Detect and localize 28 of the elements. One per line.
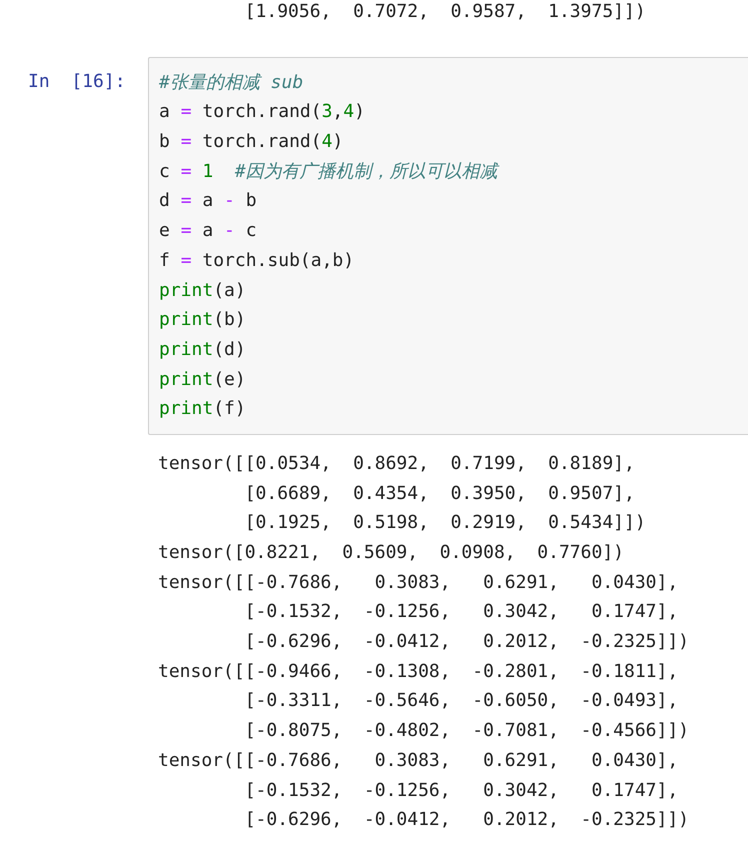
output-line: [-0.6296, -0.0412, 0.2012, -0.2325]]) [244, 808, 690, 832]
output-line: [-0.3311, -0.5646, -0.6050, -0.0493], [244, 689, 680, 714]
output-line: tensor([[-0.9466, -0.1308, -0.2801, -0.1811], [158, 660, 680, 684]
code-line: print(a) [159, 278, 247, 302]
output-line: tensor([[-0.7686, 0.3083, 0.6291, 0.0430], [158, 570, 680, 595]
output-line: [-0.1532, -0.1256, 0.3042, 0.1747], [244, 778, 680, 802]
output-line: tensor([0.8221, 0.5609, 0.0908, 0.7760]) [158, 541, 625, 565]
code-line: f = torch.sub(a,b) [159, 248, 356, 273]
output-line: tensor([[-0.7686, 0.3083, 0.6291, 0.0430], [158, 748, 680, 773]
code-line: d = a - b [159, 189, 258, 214]
code-line: #张量的相减 sub [159, 70, 304, 95]
output-line: [1.9056, 0.7072, 0.9587, 1.3975]]) [244, 0, 647, 24]
code-line: a = torch.rand(3,4) [159, 100, 366, 124]
code-line: c = 1 #因为有广播机制，所以可以相减 [159, 160, 500, 184]
code-line: print(f) [159, 397, 247, 422]
output-line: [0.6689, 0.4354, 0.3950, 0.9507], [244, 482, 636, 506]
output-line: [-0.1532, -0.1256, 0.3042, 0.1747], [244, 600, 680, 624]
output-line: [0.1925, 0.5198, 0.2919, 0.5434]]) [244, 511, 647, 536]
output-line: [-0.8075, -0.4802, -0.7081, -0.4566]]) [244, 719, 690, 744]
output-line: [-0.6296, -0.0412, 0.2012, -0.2325]]) [244, 630, 690, 654]
code-line: e = a - c [159, 219, 258, 244]
code-line: print(e) [159, 368, 247, 392]
cell-prompt: In [16]: [27, 70, 127, 94]
code-line: print(d) [159, 338, 247, 362]
code-line: print(b) [159, 308, 247, 332]
output-line: tensor([[0.0534, 0.8692, 0.7199, 0.8189], [158, 452, 636, 476]
code-line: b = torch.rand(4) [159, 130, 344, 154]
code-editor[interactable]: #张量的相减 sub a = torch.rand(3,4) b = torch.rand(4) c = 1 #因为有广播机制，所以可以相减 d = a - b e = a - c f = torch.sub(a,b) print(a) print(b) print(d) print(e) print(f) [148, 56, 748, 435]
